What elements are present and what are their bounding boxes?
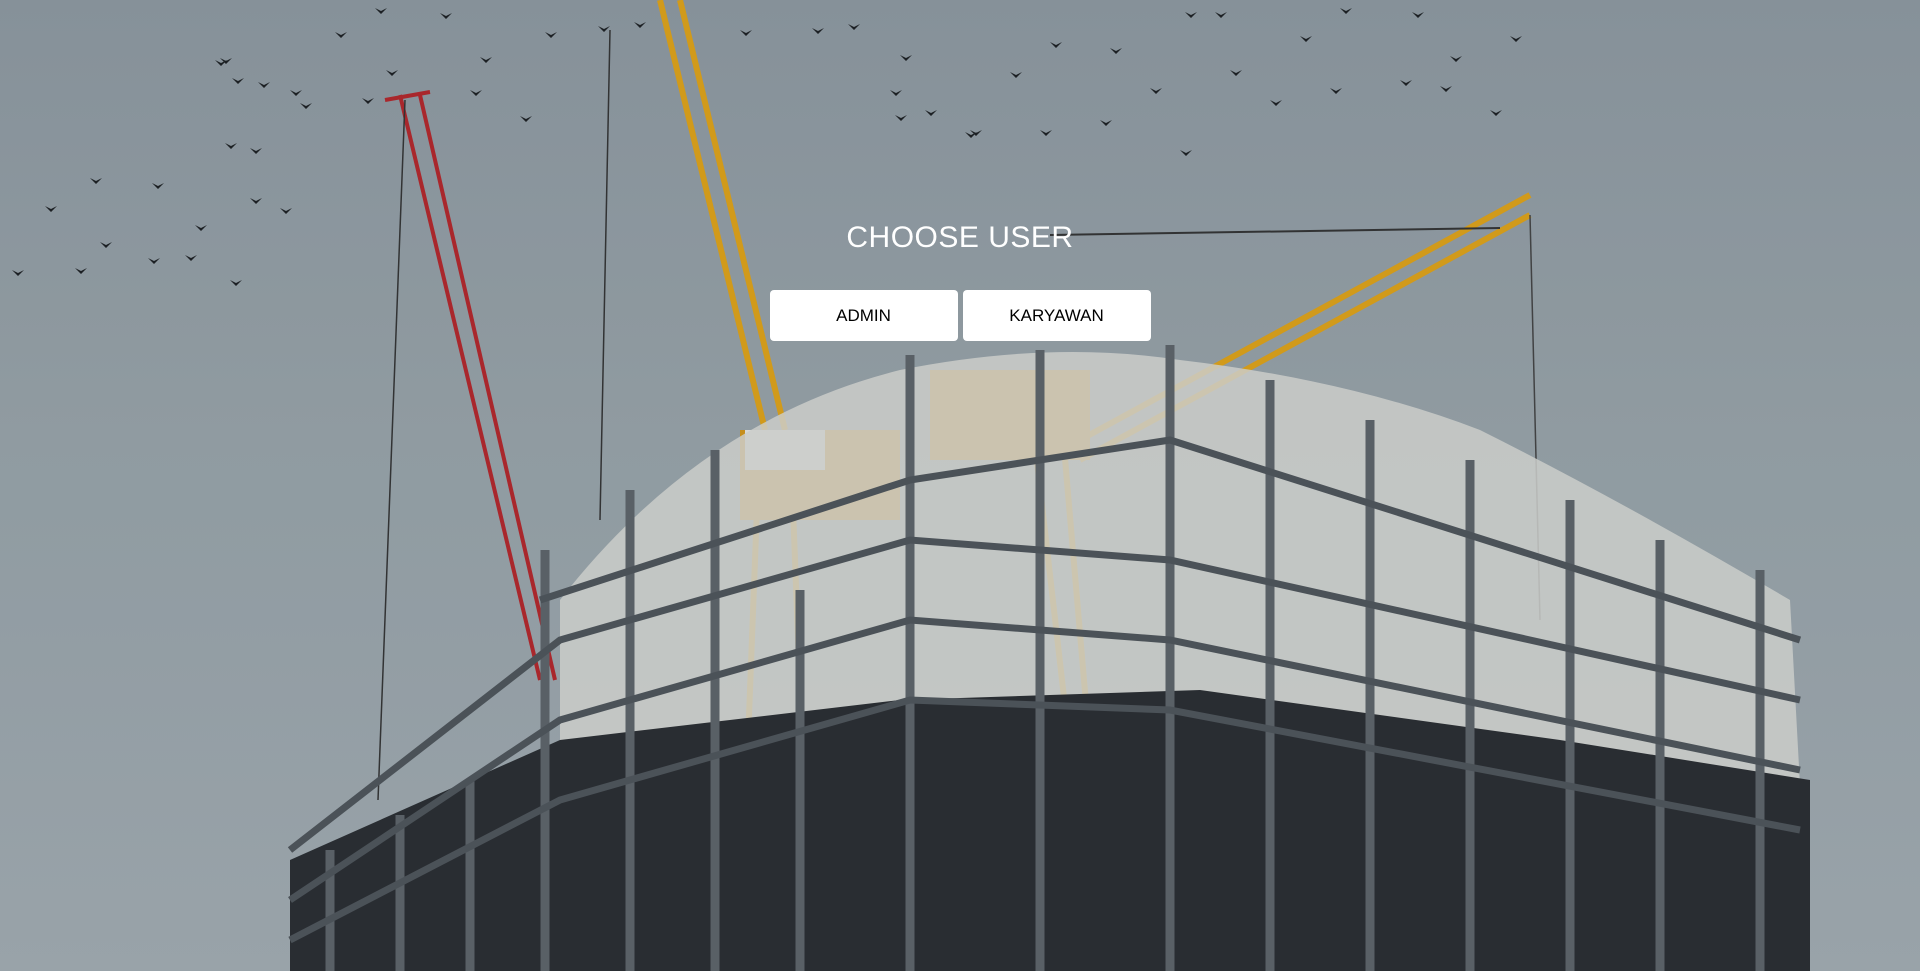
user-type-buttons: ADMIN KARYAWAN	[0, 290, 1920, 341]
page-title: CHOOSE USER	[846, 221, 1074, 254]
karyawan-button[interactable]: KARYAWAN	[962, 290, 1151, 341]
choose-user-panel: CHOOSE USER ADMIN KARYAWAN	[0, 216, 1920, 341]
background-overlay	[0, 0, 1920, 971]
choose-user-page: CHOOSE USER ADMIN KARYAWAN	[0, 0, 1920, 971]
admin-button[interactable]: ADMIN	[769, 290, 958, 341]
